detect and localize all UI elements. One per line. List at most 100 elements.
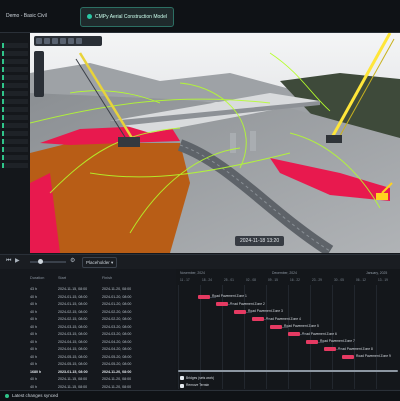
playback-speed-slider[interactable] bbox=[30, 261, 66, 263]
grid-cell-finish: 2024-11-20, 08:00 bbox=[102, 384, 132, 389]
gantt-week-label: 11 - 17 bbox=[180, 278, 190, 282]
gantt-gridline bbox=[266, 285, 267, 389]
gantt-summary-marker[interactable] bbox=[180, 383, 184, 388]
grid-cell-finish: 2024-01-20, 08:00 bbox=[102, 302, 132, 306]
gantt-task-bar[interactable] bbox=[270, 324, 282, 329]
grid-cell-finish: 2024-04-20, 08:00 bbox=[102, 347, 132, 351]
left-panel-item[interactable] bbox=[2, 163, 28, 168]
gantt-task-bar[interactable] bbox=[324, 347, 336, 351]
grid-cell-start: 2024-02-15, 08:00 bbox=[58, 309, 88, 314]
view-dropdown[interactable]: Placeholder ▾ bbox=[82, 257, 118, 268]
gantt-gridline bbox=[222, 285, 223, 389]
grid-cell-finish: 2024-03-20, 08:00 bbox=[102, 324, 132, 329]
gantt-task-label: Road Pavement Zone 1 bbox=[212, 294, 247, 298]
left-panel-item[interactable] bbox=[2, 75, 28, 80]
section-tool-icon[interactable] bbox=[68, 38, 74, 44]
left-panel-item[interactable] bbox=[2, 131, 28, 136]
grid-cell-duration: 40 h bbox=[30, 294, 37, 299]
grid-cell-start: 2024-01-15, 08:00 bbox=[58, 302, 88, 306]
grid-cell-duration: 40 h bbox=[30, 302, 37, 306]
grid-cell-duration: 40 h bbox=[30, 377, 37, 381]
playback-slider-handle[interactable] bbox=[38, 259, 43, 264]
gantt-task-bar[interactable] bbox=[252, 317, 264, 321]
left-panel-item[interactable] bbox=[2, 51, 28, 56]
gantt-task-bar[interactable] bbox=[234, 309, 246, 314]
grid-cell-duration: 40 h bbox=[30, 332, 37, 336]
grid-cell-finish: 2024-11-20, 08:00 bbox=[102, 369, 132, 374]
viewport-date-readout: 2024-11-18 13:20 bbox=[235, 236, 285, 246]
gantt-week-label: 30 - 05 bbox=[334, 278, 344, 282]
step-back-icon[interactable]: ⏮ bbox=[6, 258, 12, 264]
grid-cell-duration: 1680 h bbox=[30, 369, 42, 374]
grid-cell-duration: 40 h bbox=[30, 339, 37, 344]
left-panel-item[interactable] bbox=[2, 99, 28, 104]
left-panel-item[interactable] bbox=[2, 67, 28, 72]
3d-viewport[interactable]: 2024-11-18 13:20 bbox=[30, 33, 400, 253]
grid-cell-duration: 40 h bbox=[30, 354, 37, 359]
grid-cell-duration: 40 h bbox=[30, 384, 37, 389]
gantt-task-label: Road Pavement Zone 8 bbox=[338, 346, 373, 351]
gantt-task-label: Road Pavement Zone 5 bbox=[284, 324, 319, 328]
left-panel-item[interactable] bbox=[2, 83, 28, 88]
gantt-week-label: 09 - 15 bbox=[268, 278, 278, 282]
grid-cell-duration: 40 h bbox=[30, 309, 37, 314]
left-panel-item[interactable] bbox=[2, 43, 28, 48]
gantt-task-bar[interactable] bbox=[198, 294, 210, 299]
gantt-summary-label: Bridges (sets work) bbox=[186, 375, 215, 380]
grid-cell-start: 2024-05-15, 08:00 bbox=[58, 362, 88, 366]
select-tool-icon[interactable] bbox=[36, 38, 42, 44]
play-icon[interactable]: ▶ bbox=[15, 258, 21, 264]
grid-cell-start: 2024-03-15, 08:00 bbox=[58, 324, 88, 329]
gantt-dependency-link bbox=[300, 334, 306, 335]
grid-cell-finish: 2024-02-20, 08:00 bbox=[102, 309, 132, 314]
gantt-gridline bbox=[310, 285, 311, 389]
col-header-finish[interactable]: Finish bbox=[102, 276, 112, 280]
left-panel-item[interactable] bbox=[2, 115, 28, 120]
gantt-week-label: 18 - 24 bbox=[202, 278, 212, 282]
gantt-dependency-link bbox=[246, 311, 252, 313]
left-panel-item[interactable] bbox=[2, 139, 28, 144]
left-panel-item[interactable] bbox=[2, 91, 28, 96]
pan-tool-icon[interactable] bbox=[44, 38, 50, 44]
gantt-gridline bbox=[354, 285, 355, 389]
gantt-dependency-link bbox=[228, 304, 234, 305]
grid-cell-start: 2024-01-15, 08:00 bbox=[58, 294, 88, 299]
camera-tool-icon[interactable] bbox=[76, 38, 82, 44]
col-header-start[interactable]: Start bbox=[58, 276, 66, 280]
left-panel-item[interactable] bbox=[2, 147, 28, 152]
measure-tool-icon[interactable] bbox=[60, 38, 66, 44]
bridge-pier bbox=[250, 131, 256, 151]
settings-icon[interactable]: ⚙ bbox=[70, 258, 76, 264]
rotate-tool-icon[interactable] bbox=[52, 38, 58, 44]
gantt-week-label: 13 - 19 bbox=[378, 278, 388, 282]
left-panel-item[interactable] bbox=[2, 107, 28, 112]
gantt-week-label: 16 - 22 bbox=[290, 278, 300, 282]
grid-cell-duration: 40 h bbox=[30, 324, 37, 329]
gantt-month: December, 2024 bbox=[272, 271, 297, 275]
gantt-task-bar[interactable] bbox=[306, 339, 318, 344]
left-panel-item[interactable] bbox=[2, 123, 28, 128]
active-dot-icon bbox=[87, 14, 92, 20]
tab-aerial-model[interactable]: CMPy Aerial Construction Model bbox=[80, 7, 174, 27]
gantt-task-label: Road Pavement Zone 6 bbox=[302, 331, 337, 336]
gantt-dependency-link bbox=[318, 341, 324, 343]
gantt-summary-bar[interactable] bbox=[178, 369, 398, 372]
grid-cell-finish: 2024-04-20, 08:00 bbox=[102, 339, 132, 344]
tab-demo-basic-civil[interactable]: Demo - Basic Civil bbox=[0, 7, 53, 25]
gantt-summary-marker[interactable] bbox=[180, 376, 184, 380]
gantt-dependency-link bbox=[336, 349, 342, 350]
gantt-task-label: Road Pavement Zone 3 bbox=[248, 309, 283, 313]
left-panel-item[interactable] bbox=[2, 59, 28, 64]
gantt-dependency-link bbox=[210, 296, 216, 298]
gantt-task-bar[interactable] bbox=[288, 332, 300, 336]
grid-cell-finish: 2024-05-20, 08:00 bbox=[102, 354, 132, 359]
gantt-task-bar[interactable] bbox=[342, 354, 354, 359]
col-header-duration[interactable]: Duration bbox=[30, 276, 44, 280]
grid-cell-finish: 2024-02-20, 08:00 bbox=[102, 317, 132, 321]
schedule-grid: Duration Start Finish 43 h 2024-11-15, 08… bbox=[0, 269, 177, 389]
grid-cell-start: 2024-05-15, 08:00 bbox=[58, 354, 88, 359]
gantt-task-bar[interactable] bbox=[216, 302, 228, 306]
left-panel-item[interactable] bbox=[2, 155, 28, 160]
grid-cell-start: 2024-11-15, 08:00 bbox=[58, 377, 88, 381]
grid-cell-finish: 2024-05-20, 08:00 bbox=[102, 362, 132, 366]
